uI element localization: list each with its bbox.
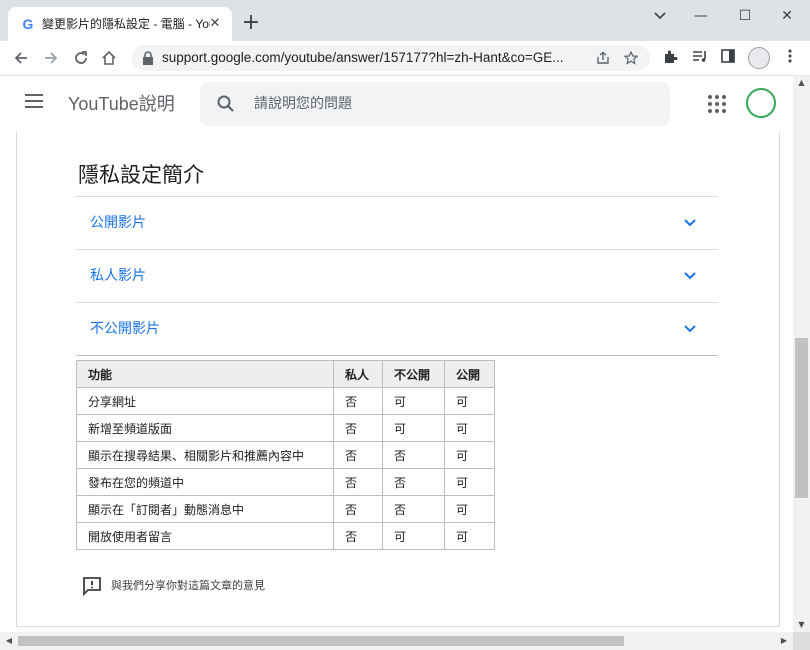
google-apps-icon[interactable]: [708, 95, 726, 113]
new-tab-button[interactable]: +: [240, 12, 262, 34]
table-cell: 新增至頻道版面: [76, 414, 334, 442]
accordion-label: 私人影片: [90, 268, 146, 284]
table-cell: 可: [444, 468, 495, 496]
accordion-public-videos[interactable]: 公開影片: [76, 196, 718, 249]
table-row: 顯示在「訂閱者」動態消息中 否 否 可: [76, 495, 495, 523]
scroll-left-arrow-icon[interactable]: ◀: [2, 634, 16, 648]
side-panel-icon[interactable]: [718, 49, 738, 67]
article-content: 隱私設定簡介 公開影片 私人影片 不公開影片 功能 私人 不公開 公開 分享網址…: [0, 132, 793, 632]
search-icon[interactable]: [216, 94, 236, 114]
column-header: 公開: [444, 360, 495, 388]
browser-toolbar: support.google.com/youtube/answer/157177…: [0, 41, 810, 76]
accordion-divider: [76, 355, 718, 356]
column-header: 不公開: [382, 360, 445, 388]
accordion-label: 不公開影片: [90, 321, 160, 337]
table-header-row: 功能 私人 不公開 公開: [76, 360, 495, 388]
scroll-right-arrow-icon[interactable]: ▶: [777, 634, 791, 648]
feedback-icon: [82, 576, 102, 597]
table-cell: 否: [382, 441, 445, 469]
table-cell: 否: [333, 414, 383, 442]
feature-table: 功能 私人 不公開 公開 分享網址 否 可 可 新增至頻道版面 否 可 可 顯示…: [76, 360, 495, 550]
table-cell: 否: [333, 495, 383, 523]
table-cell: 否: [382, 468, 445, 496]
window-close-button[interactable]: ✕: [772, 6, 802, 26]
table-cell: 否: [333, 441, 383, 469]
table-cell: 可: [444, 387, 495, 415]
tab-title: 變更影片的隱私設定 - 電腦 - You: [42, 17, 210, 31]
account-avatar[interactable]: [746, 88, 776, 118]
help-center-title[interactable]: YouTube說明: [68, 92, 175, 116]
profile-icon[interactable]: [748, 47, 770, 69]
scroll-up-arrow-icon[interactable]: ▲: [793, 76, 810, 90]
minimize-button[interactable]: —: [686, 6, 716, 26]
table-row: 新增至頻道版面 否 可 可: [76, 414, 495, 442]
help-search-input[interactable]: 請說明您的問題: [200, 82, 670, 126]
table-row: 分享網址 否 可 可: [76, 387, 495, 415]
table-cell: 可: [444, 495, 495, 523]
column-header: 功能: [76, 360, 334, 388]
table-cell: 否: [333, 387, 383, 415]
horizontal-scroll-thumb[interactable]: [18, 636, 624, 646]
hamburger-menu-icon[interactable]: [25, 94, 43, 108]
forward-arrow-icon[interactable]: [40, 47, 62, 69]
table-cell: 開放使用者留言: [76, 522, 334, 550]
tab-close-icon[interactable]: ✕: [206, 15, 224, 33]
help-header: YouTube說明 請說明您的問題: [0, 76, 793, 132]
browser-tab[interactable]: G 變更影片的隱私設定 - 電腦 - You ✕: [8, 7, 232, 41]
vertical-scrollbar[interactable]: ▲ ▼: [793, 76, 810, 632]
table-cell: 可: [444, 441, 495, 469]
tab-search-icon[interactable]: [645, 6, 675, 26]
vertical-scroll-thumb[interactable]: [795, 338, 808, 498]
home-icon[interactable]: [98, 47, 120, 69]
share-icon[interactable]: [594, 49, 612, 67]
table-cell: 可: [382, 414, 445, 442]
table-cell: 分享網址: [76, 387, 334, 415]
table-cell: 否: [333, 522, 383, 550]
table-cell: 可: [382, 387, 445, 415]
url-text[interactable]: support.google.com/youtube/answer/157177…: [162, 50, 592, 66]
table-row: 開放使用者留言 否 可 可: [76, 522, 495, 550]
table-cell: 可: [444, 414, 495, 442]
table-cell: 否: [382, 495, 445, 523]
chevron-down-icon[interactable]: [682, 267, 698, 283]
column-header: 私人: [333, 360, 383, 388]
reload-icon[interactable]: [70, 47, 92, 69]
table-cell: 可: [382, 522, 445, 550]
feedback-text[interactable]: 與我們分享你對這篇文章的意見: [111, 578, 265, 594]
address-bar[interactable]: support.google.com/youtube/answer/157177…: [132, 45, 650, 71]
accordion-private-videos[interactable]: 私人影片: [76, 249, 718, 302]
chevron-down-icon[interactable]: [682, 320, 698, 336]
search-placeholder: 請說明您的問題: [254, 96, 352, 112]
tab-strip: G 變更影片的隱私設定 - 電腦 - You ✕ + — ☐ ✕: [0, 0, 810, 41]
table-cell: 可: [444, 522, 495, 550]
chevron-down-icon[interactable]: [682, 214, 698, 230]
table-row: 發布在您的頻道中 否 否 可: [76, 468, 495, 496]
page-title: 隱私設定簡介: [78, 163, 204, 187]
table-cell: 顯示在搜尋結果、相關影片和推薦內容中: [76, 441, 334, 469]
reading-list-icon[interactable]: [690, 49, 710, 67]
accordion-label: 公開影片: [90, 215, 146, 231]
table-row: 顯示在搜尋結果、相關影片和推薦內容中 否 否 可: [76, 441, 495, 469]
table-cell: 發布在您的頻道中: [76, 468, 334, 496]
scroll-down-arrow-icon[interactable]: ▼: [793, 618, 810, 632]
lock-icon[interactable]: [142, 50, 154, 66]
google-favicon-icon: G: [22, 16, 34, 32]
extensions-icon[interactable]: [660, 49, 680, 67]
maximize-button[interactable]: ☐: [730, 6, 760, 26]
scrollbar-corner: [793, 632, 810, 650]
horizontal-scrollbar[interactable]: ◀ ▶: [0, 632, 793, 650]
menu-icon[interactable]: [780, 49, 800, 67]
star-icon[interactable]: [622, 49, 640, 67]
table-cell: 否: [333, 468, 383, 496]
back-arrow-icon[interactable]: [10, 47, 32, 69]
accordion-unlisted-videos[interactable]: 不公開影片: [76, 302, 718, 355]
table-cell: 顯示在「訂閱者」動態消息中: [76, 495, 334, 523]
